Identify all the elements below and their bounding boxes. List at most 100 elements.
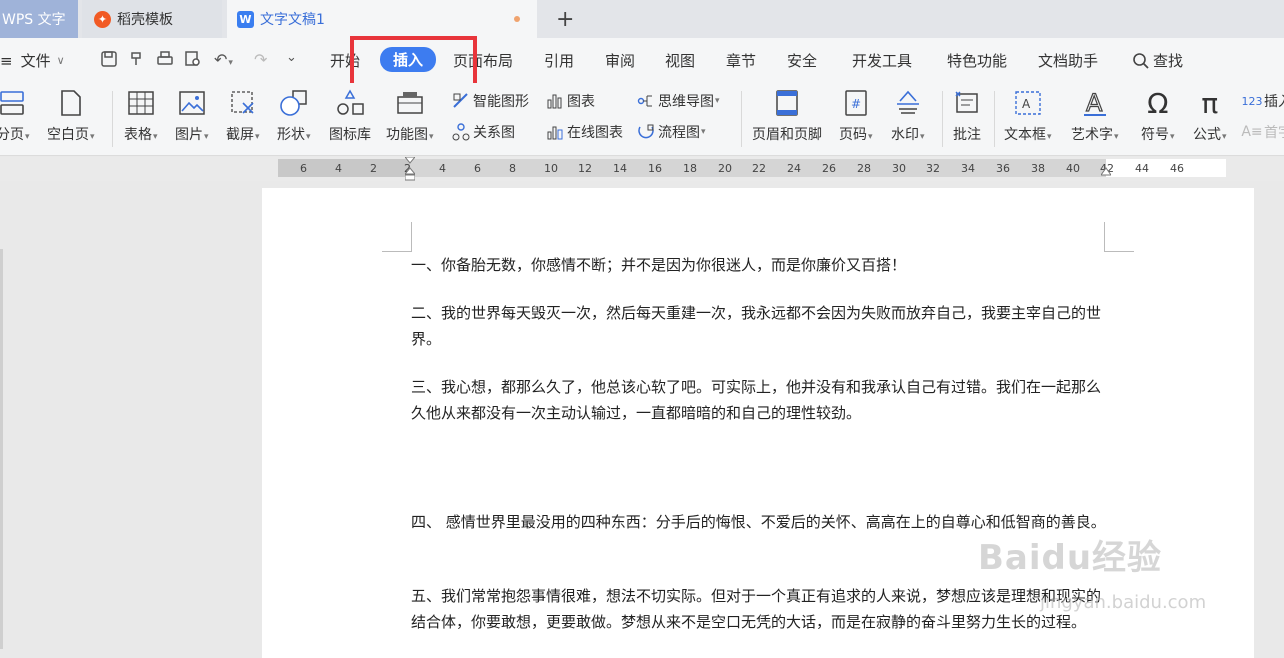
- paragraph-3[interactable]: 三、我心想，都那么久了，他总该心软了吧。可实际上，他并没有和我承认自己有过错。我…: [411, 374, 1111, 426]
- redo-icon[interactable]: ↷: [254, 50, 267, 69]
- blank-page-button[interactable]: 空白页▾: [47, 88, 95, 144]
- ribbon-divider: [994, 91, 995, 147]
- ruler-number: 16: [648, 162, 662, 175]
- print-icon[interactable]: [156, 50, 174, 72]
- print-preview-icon[interactable]: [184, 50, 202, 72]
- menu-special-features[interactable]: 特色功能: [947, 50, 1007, 71]
- online-chart-button[interactable]: 在线图表: [546, 122, 623, 142]
- ruler-number: 10: [544, 162, 558, 175]
- ruler-number: 34: [961, 162, 975, 175]
- mind-map-button[interactable]: 思维导图 ▾: [637, 91, 720, 111]
- ruler-number: 6: [300, 162, 307, 175]
- menu-security[interactable]: 安全: [787, 50, 817, 71]
- menu-section[interactable]: 章节: [726, 50, 756, 71]
- page-break-icon: [0, 88, 28, 118]
- picture-icon: [177, 88, 207, 118]
- customize-quick-access-icon[interactable]: ⌄: [286, 50, 297, 65]
- watermark-label: 水印: [891, 127, 919, 143]
- pi-icon: π: [1201, 86, 1219, 120]
- chart-button[interactable]: 图表: [546, 91, 595, 111]
- drop-cap-button[interactable]: A≡ 首字: [1241, 122, 1284, 142]
- relation-chart-button[interactable]: 关系图: [452, 122, 515, 142]
- paragraph-1[interactable]: 一、你备胎无数，你感情不断；并不是因为你很迷人，而是你廉价又百搭！: [411, 252, 1111, 278]
- unsaved-dot-icon: [514, 16, 520, 22]
- flowchart-button[interactable]: 流程图 ▾: [637, 122, 706, 142]
- indent-marker-icon[interactable]: [403, 156, 417, 181]
- ruler-number: 8: [509, 162, 516, 175]
- menu-view[interactable]: 视图: [665, 50, 695, 71]
- page-break-button[interactable]: 分页▾: [0, 88, 30, 144]
- textbox-button[interactable]: A 文本框▾: [1004, 88, 1052, 144]
- blank-page-icon: [56, 88, 86, 118]
- scissors-icon: [228, 88, 258, 118]
- format-painter-icon[interactable]: [128, 50, 146, 72]
- save-icon[interactable]: [100, 50, 118, 72]
- menu-references[interactable]: 引用: [544, 50, 574, 71]
- insert-number-label: 插入: [1264, 94, 1284, 110]
- baidu-jingyan-watermark: Baidu经验: [978, 538, 1163, 578]
- file-menu[interactable]: ≡ 文件 ∨: [0, 50, 65, 71]
- shape-button[interactable]: 形状▾: [277, 88, 311, 144]
- insert-number-button[interactable]: 123 插入: [1241, 91, 1284, 111]
- screenshot-button[interactable]: 截屏▾: [226, 88, 260, 144]
- menu-doc-assistant[interactable]: 文档助手: [1038, 50, 1098, 71]
- textbox-label: 文本框: [1004, 127, 1046, 143]
- new-tab-plus-icon[interactable]: +: [556, 7, 574, 32]
- tab-label: WPS 文字: [2, 12, 66, 28]
- formula-button[interactable]: π 公式▾: [1193, 86, 1227, 144]
- mind-map-label: 思维导图: [658, 94, 714, 110]
- watermark-button[interactable]: 水印▾: [891, 88, 925, 144]
- header-footer-button[interactable]: 页眉和页脚: [752, 88, 822, 144]
- ruler-number: 12: [578, 162, 592, 175]
- page-number-button[interactable]: # 页码▾: [839, 88, 873, 144]
- comment-button[interactable]: 批注: [952, 88, 982, 144]
- table-button[interactable]: 表格▾: [124, 88, 158, 144]
- online-chart-label: 在线图表: [567, 125, 623, 141]
- shape-icon: [279, 88, 309, 118]
- ruler-number: 2: [370, 162, 377, 175]
- undo-icon[interactable]: ↶▾: [214, 50, 233, 69]
- relation-chart-icon: [452, 123, 470, 141]
- svg-text:A: A: [1086, 89, 1103, 117]
- search-button[interactable]: 查找: [1132, 50, 1183, 71]
- tab-document[interactable]: W 文字文稿1: [227, 0, 537, 38]
- table-icon: [126, 88, 156, 118]
- ruler-number: 22: [752, 162, 766, 175]
- online-chart-icon: [546, 123, 564, 141]
- header-footer-label: 页眉和页脚: [752, 127, 822, 143]
- tab-docer-templates[interactable]: ✦ 稻壳模板: [82, 0, 222, 38]
- paragraph-2[interactable]: 二、我的世界每天毁灭一次，然后每天重建一次，我永远都不会因为失败而放弃自己，我要…: [411, 300, 1111, 352]
- ruler-number: 26: [822, 162, 836, 175]
- menu-developer[interactable]: 开发工具: [852, 50, 912, 71]
- paragraph-5[interactable]: 五、我们常常抱怨事情很难，想法不切实际。但对于一个真正有追求的人来说，梦想应该是…: [411, 583, 1111, 635]
- picture-button[interactable]: 图片▾: [175, 88, 209, 144]
- wordart-button[interactable]: A 艺术字▾: [1071, 88, 1119, 144]
- drop-cap-label: 首字: [1264, 125, 1284, 141]
- icon-library-label: 图标库: [329, 127, 371, 143]
- menu-review[interactable]: 审阅: [605, 50, 635, 71]
- page-break-label: 分页: [0, 127, 24, 143]
- document-page[interactable]: 一、你备胎无数，你感情不断；并不是因为你很迷人，而是你廉价又百搭！ 二、我的世界…: [262, 188, 1254, 658]
- function-chart-button[interactable]: 功能图▾: [386, 88, 434, 144]
- numbering-icon: 123: [1241, 94, 1263, 108]
- ruler-number: 36: [996, 162, 1010, 175]
- formula-label: 公式: [1193, 127, 1221, 143]
- svg-text:#: #: [851, 97, 861, 111]
- file-menu-label: 文件: [20, 52, 51, 70]
- smart-shape-button[interactable]: 智能图形: [452, 91, 529, 111]
- symbol-button[interactable]: Ω 符号▾: [1141, 87, 1175, 144]
- tab-label: 文字文稿1: [260, 12, 325, 28]
- horizontal-ruler[interactable]: 6 4 2 2 4 6 8 10 12 14 16 18 20 22 24 26 28 30 32 34 36 38 40 4…: [0, 156, 1284, 181]
- baidu-jingyan-url-watermark: jingyan.baidu.com: [1040, 592, 1207, 613]
- ruler-number: 40: [1066, 162, 1080, 175]
- textbox-icon: A: [1013, 88, 1043, 118]
- search-label: 查找: [1153, 52, 1184, 70]
- title-tab-bar: WPS 文字 ✦ 稻壳模板 W 文字文稿1 +: [0, 0, 1284, 38]
- tab-wps-writer[interactable]: WPS 文字: [0, 0, 78, 38]
- comment-label: 批注: [953, 127, 981, 143]
- search-icon: [1133, 52, 1149, 69]
- header-footer-icon: [772, 88, 802, 118]
- icon-library-button[interactable]: 图标库: [329, 88, 371, 144]
- right-indent-marker-icon[interactable]: [1100, 165, 1112, 177]
- ruler-number: 14: [613, 162, 627, 175]
